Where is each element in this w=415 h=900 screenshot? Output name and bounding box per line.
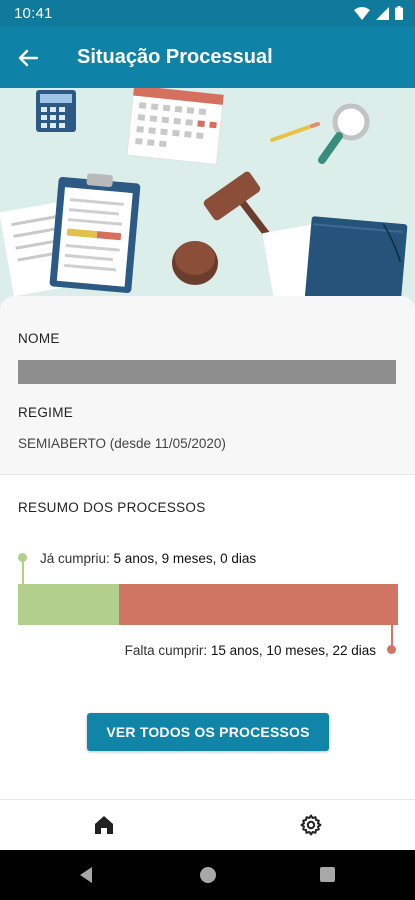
remaining-marker-line: [391, 625, 393, 647]
back-button[interactable]: [14, 44, 42, 72]
status-time: 10:41: [14, 5, 53, 22]
served-label: Já cumpriu:: [40, 551, 110, 566]
hero-illustration: [0, 88, 415, 313]
system-recents-button[interactable]: [320, 867, 335, 882]
view-all-processes-button[interactable]: VER TODOS OS PROCESSOS: [87, 713, 329, 751]
remaining-text: Falta cumprir: 15 anos, 10 meses, 22 dia…: [125, 643, 376, 658]
page-title: Situação Processual: [77, 46, 273, 68]
calendar-icon: [126, 88, 225, 166]
app-bar: Situação Processual: [0, 27, 415, 88]
remaining-marker-dot: [387, 645, 396, 654]
gavel-icon: [172, 171, 289, 285]
regime-label: REGIME: [18, 405, 74, 420]
magnifier-icon: [318, 103, 370, 164]
progress-remaining: [118, 584, 398, 625]
summary-title: RESUMO DOS PROCESSOS: [18, 500, 206, 515]
served-marker-line: [22, 560, 24, 586]
served-value: 5 anos, 9 meses, 0 dias: [113, 551, 257, 566]
progress-bar: [18, 584, 398, 625]
nav-settings[interactable]: [299, 813, 323, 837]
home-icon: [95, 816, 113, 834]
bottom-nav: [0, 799, 415, 850]
signal-icon: [376, 6, 389, 20]
system-home-button[interactable]: [200, 867, 216, 883]
remaining-value: 15 anos, 10 meses, 22 dias: [210, 643, 376, 658]
clipboard-icon: [49, 173, 141, 293]
progress-served: [18, 584, 119, 625]
wifi-icon: [354, 6, 370, 20]
name-label: NOME: [18, 331, 60, 346]
name-value-redacted: [18, 360, 396, 384]
status-bar: 10:41: [0, 0, 415, 27]
system-nav-bar: [0, 850, 415, 900]
calculator-icon: [36, 90, 76, 132]
arrow-left-icon: [18, 49, 38, 67]
served-text: Já cumpriu: 5 anos, 9 meses, 0 dias: [40, 551, 256, 566]
regime-value: SEMIABERTO (desde 11/05/2020): [18, 436, 226, 451]
system-back-button[interactable]: [78, 866, 94, 884]
nav-home[interactable]: [92, 813, 116, 837]
pencil-icon: [270, 122, 320, 142]
gear-icon: [300, 814, 322, 836]
remaining-label: Falta cumprir:: [124, 643, 208, 658]
status-icons: [354, 6, 403, 20]
battery-icon: [395, 6, 403, 20]
